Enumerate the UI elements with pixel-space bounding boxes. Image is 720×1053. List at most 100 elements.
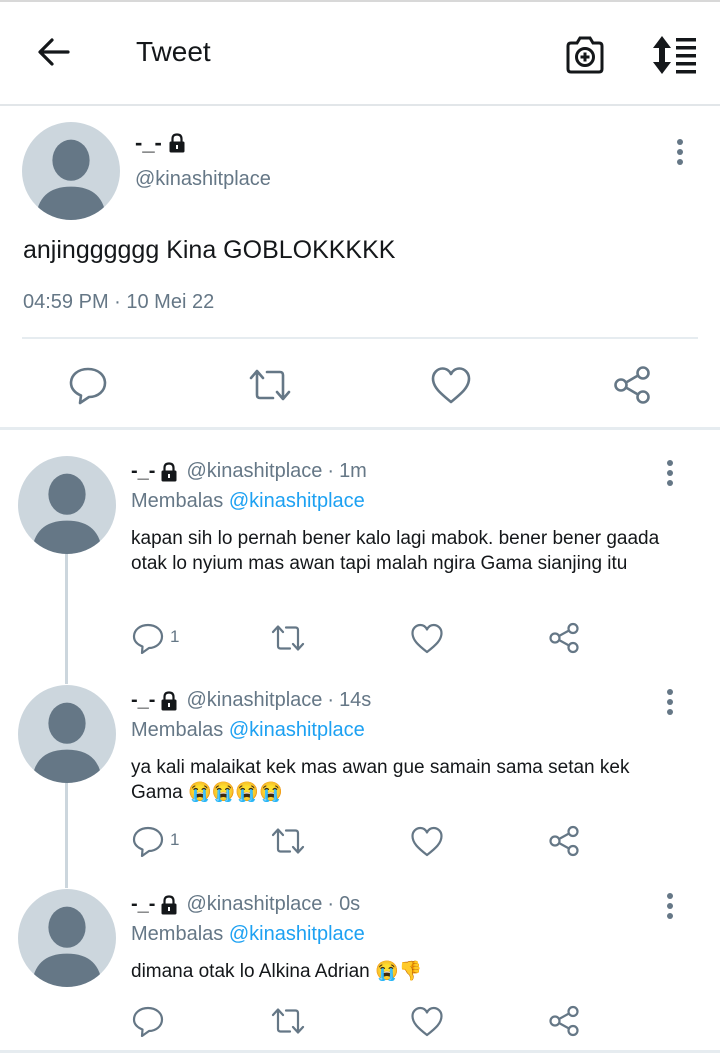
reply-actions: 1 (0, 823, 720, 859)
author-handle[interactable]: @kinashitplace (135, 168, 271, 191)
reply-button[interactable] (132, 622, 164, 655)
default-avatar-icon (31, 702, 103, 783)
mention-link[interactable]: @kinashitplace (229, 490, 365, 512)
share-button[interactable] (548, 622, 580, 654)
author-name: -_- (131, 893, 156, 915)
share-icon (549, 622, 579, 654)
page-title: Tweet (136, 36, 211, 67)
reply-tweet: -_- @kinashitplace · 0s Membalas @kinash… (0, 889, 720, 1049)
heart-icon (431, 367, 471, 404)
replying-prefix: Membalas (131, 490, 224, 512)
share-button[interactable] (548, 1005, 580, 1037)
share-icon (549, 1005, 579, 1037)
author-handle[interactable]: @kinashitplace (186, 689, 322, 712)
reply-count: 1 (170, 627, 180, 646)
retweet-button[interactable] (270, 825, 306, 857)
reply-header: -_- @kinashitplace · 14s (131, 689, 371, 712)
reply-time: 0s (339, 893, 361, 915)
default-avatar-icon (35, 139, 107, 220)
avatar[interactable] (22, 122, 120, 220)
more-options-button[interactable] (658, 687, 682, 719)
share-icon (614, 366, 650, 404)
reply-header: -_- @kinashitplace · 1m (131, 460, 367, 483)
reply-tweet: -_- @kinashitplace · 14s Membalas @kinas… (0, 685, 720, 875)
more-options-button[interactable] (668, 136, 692, 168)
reply-actions (0, 1003, 720, 1039)
author-handle[interactable]: @kinashitplace (186, 460, 322, 483)
share-button[interactable] (548, 825, 580, 857)
mention-link[interactable]: @kinashitplace (229, 923, 365, 945)
comment-icon (132, 1006, 164, 1038)
tweet-actions (0, 361, 720, 405)
like-button[interactable] (430, 365, 472, 405)
like-button[interactable] (410, 1005, 444, 1037)
tweet-timestamp: 04:59 PM · 10 Mei 22 (23, 291, 215, 313)
retweet-icon (249, 369, 291, 401)
camera-plus-icon (566, 36, 604, 74)
heart-icon (411, 826, 443, 857)
reply-text: kapan sih lo pernah bener kalo lagi mabo… (131, 528, 660, 574)
comment-icon (132, 623, 164, 655)
comment-icon (69, 367, 107, 405)
author-name: -_- (131, 689, 156, 711)
heart-icon (411, 1006, 443, 1037)
back-button[interactable] (32, 30, 76, 74)
author-name-text: -_- (135, 130, 162, 155)
separator: · (327, 689, 335, 711)
more-options-button[interactable] (658, 891, 682, 923)
reply-actions: 1 (0, 620, 720, 656)
app-header: Tweet (0, 2, 720, 106)
reply-button[interactable] (132, 825, 164, 858)
avatar[interactable] (18, 456, 116, 554)
comment-icon (132, 826, 164, 858)
reply-button[interactable] (68, 365, 108, 405)
lock-icon (169, 133, 185, 153)
reply-time: 14s (339, 689, 372, 711)
retweet-button[interactable] (270, 622, 306, 654)
reply-button[interactable] (132, 1005, 164, 1038)
more-options-button[interactable] (658, 458, 682, 490)
like-button[interactable] (410, 825, 444, 857)
main-tweet: -_- @kinashitplace anjingggggg Kina GOBL… (0, 106, 720, 430)
avatar[interactable] (18, 889, 116, 987)
section-divider (0, 427, 720, 430)
author-name: -_- (135, 130, 194, 156)
retweet-icon (271, 1008, 305, 1034)
more-vertical-icon (677, 139, 683, 165)
separator: · (327, 460, 335, 482)
author-name: -_- (131, 460, 156, 482)
lock-icon (161, 461, 177, 481)
reply-tweet: -_- @kinashitplace · 1m Membalas @kinash… (0, 456, 720, 676)
camera-button[interactable] (562, 32, 608, 78)
separator: · (327, 893, 335, 915)
reply-time: 1m (339, 460, 367, 482)
retweet-button[interactable] (247, 365, 293, 405)
reply-text: dimana otak lo Alkina Adrian 😭👎 (131, 961, 423, 982)
replying-prefix: Membalas (131, 719, 224, 741)
default-avatar-icon (31, 473, 103, 554)
heart-icon (411, 623, 443, 654)
like-button[interactable] (410, 622, 444, 654)
mention-link[interactable]: @kinashitplace (229, 719, 365, 741)
reply-header: -_- @kinashitplace · 0s (131, 893, 360, 916)
retweet-button[interactable] (270, 1005, 306, 1037)
sort-button[interactable] (650, 32, 698, 78)
reply-count: 1 (170, 830, 180, 849)
replying-to: Membalas @kinashitplace (131, 923, 365, 946)
sort-list-icon (653, 36, 696, 74)
retweet-icon (271, 625, 305, 651)
divider (22, 337, 698, 339)
more-vertical-icon (667, 893, 673, 919)
author-handle[interactable]: @kinashitplace (186, 893, 322, 916)
lock-icon (161, 894, 177, 914)
avatar[interactable] (18, 685, 116, 783)
replying-to: Membalas @kinashitplace (131, 719, 365, 742)
default-avatar-icon (31, 906, 103, 987)
more-vertical-icon (667, 689, 673, 715)
retweet-icon (271, 828, 305, 854)
replying-to: Membalas @kinashitplace (131, 490, 365, 513)
tweet-text: anjingggggg Kina GOBLOKKKKK (23, 236, 396, 264)
share-button[interactable] (612, 365, 652, 405)
share-icon (549, 825, 579, 857)
arrow-left-icon (38, 38, 70, 66)
